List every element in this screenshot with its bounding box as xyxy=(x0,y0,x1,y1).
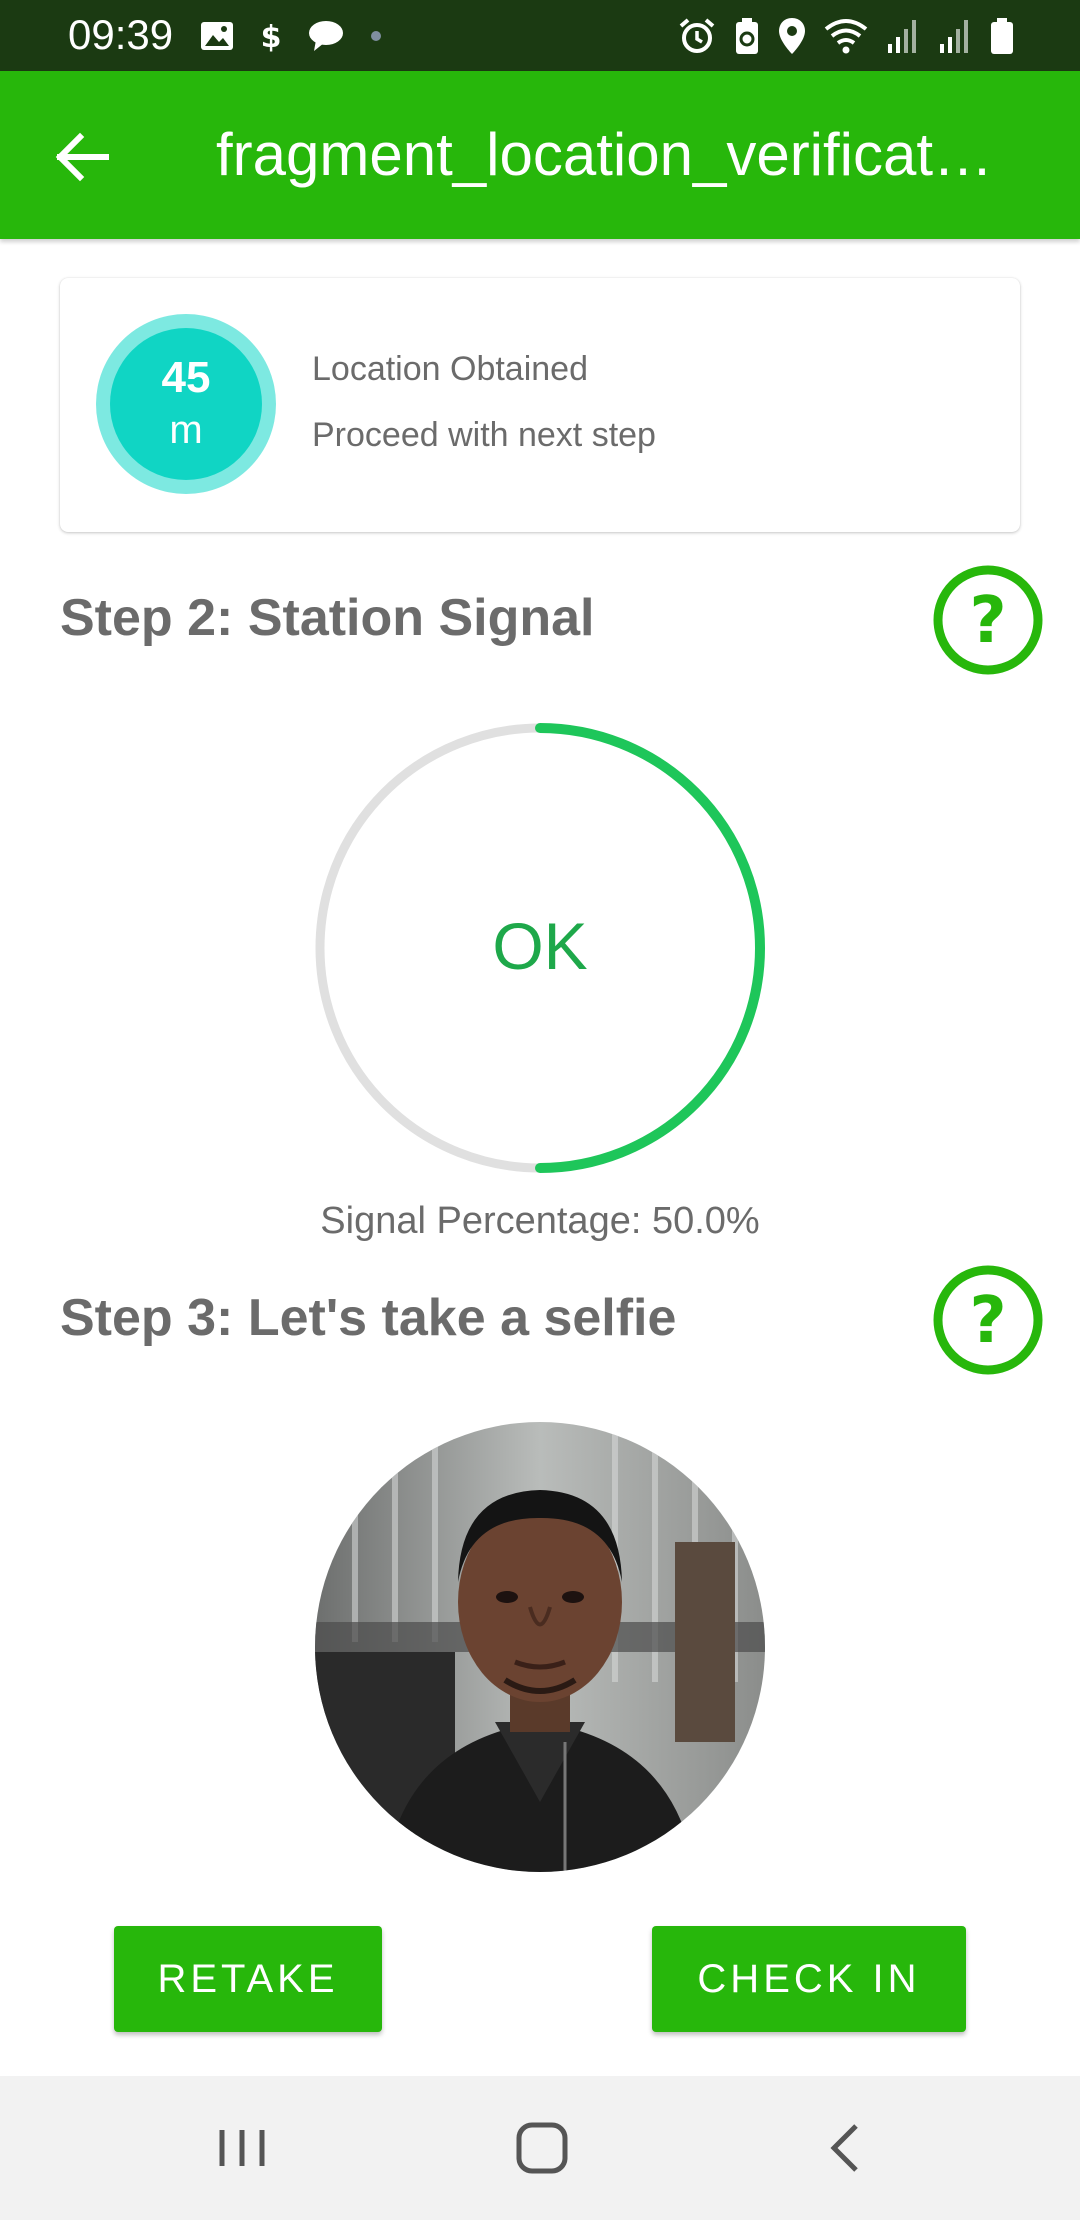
distance-unit: m xyxy=(169,408,203,452)
dot-icon xyxy=(371,31,381,41)
status-right-icons xyxy=(678,14,1014,58)
distance-inner: 45 m xyxy=(110,328,262,480)
signal-percentage: Signal Percentage: 50.0% xyxy=(320,1200,760,1242)
status-bar: 09:39 $ xyxy=(0,0,1080,71)
back-nav-icon[interactable] xyxy=(810,2112,882,2184)
alarm-icon xyxy=(679,18,715,53)
selfie-photo xyxy=(315,1422,765,1872)
retake-button[interactable]: RETAKE xyxy=(114,1926,382,2032)
dollar-icon: $ xyxy=(261,20,282,53)
help-circle-icon[interactable]: ? xyxy=(932,1264,1044,1376)
battery-icon xyxy=(991,18,1013,54)
back-button[interactable] xyxy=(50,125,114,189)
svg-text:?: ? xyxy=(969,584,1006,658)
step3-title: Step 3: Let's take a selfie xyxy=(60,1289,677,1347)
battery-saver-icon xyxy=(736,18,758,54)
signal-status: OK xyxy=(492,909,588,983)
signal-icon xyxy=(888,20,916,53)
recent-apps-icon[interactable] xyxy=(206,2112,278,2184)
selfie-image xyxy=(315,1422,765,1872)
distance-badge: 45 m xyxy=(96,314,276,494)
wifi-icon xyxy=(824,19,868,54)
location-pin-icon xyxy=(779,18,805,54)
check-in-button[interactable]: CHECK IN xyxy=(652,1926,966,2032)
page-title: fragment_location_verification xyxy=(216,121,996,188)
location-card: 45 m Location Obtained Proceed with next… xyxy=(60,278,1020,532)
svg-text:$: $ xyxy=(261,20,282,53)
image-icon xyxy=(201,22,233,50)
status-time: 09:39 xyxy=(68,11,174,58)
step2-title: Step 2: Station Signal xyxy=(60,589,595,647)
location-status-subtitle: Proceed with next step xyxy=(312,416,656,454)
arrow-back-icon xyxy=(55,132,109,182)
app-bar: fragment_location_verification xyxy=(0,71,1080,239)
location-status-title: Location Obtained xyxy=(312,350,588,388)
system-nav-bar xyxy=(0,2076,1080,2220)
signal-icon xyxy=(940,20,968,53)
home-icon[interactable] xyxy=(506,2112,578,2184)
chat-bubble-icon xyxy=(309,21,343,51)
distance-value: 45 xyxy=(161,353,211,402)
help-circle-icon[interactable]: ? xyxy=(932,564,1044,676)
svg-text:?: ? xyxy=(969,1284,1006,1358)
status-left-icons: $ xyxy=(200,14,382,58)
